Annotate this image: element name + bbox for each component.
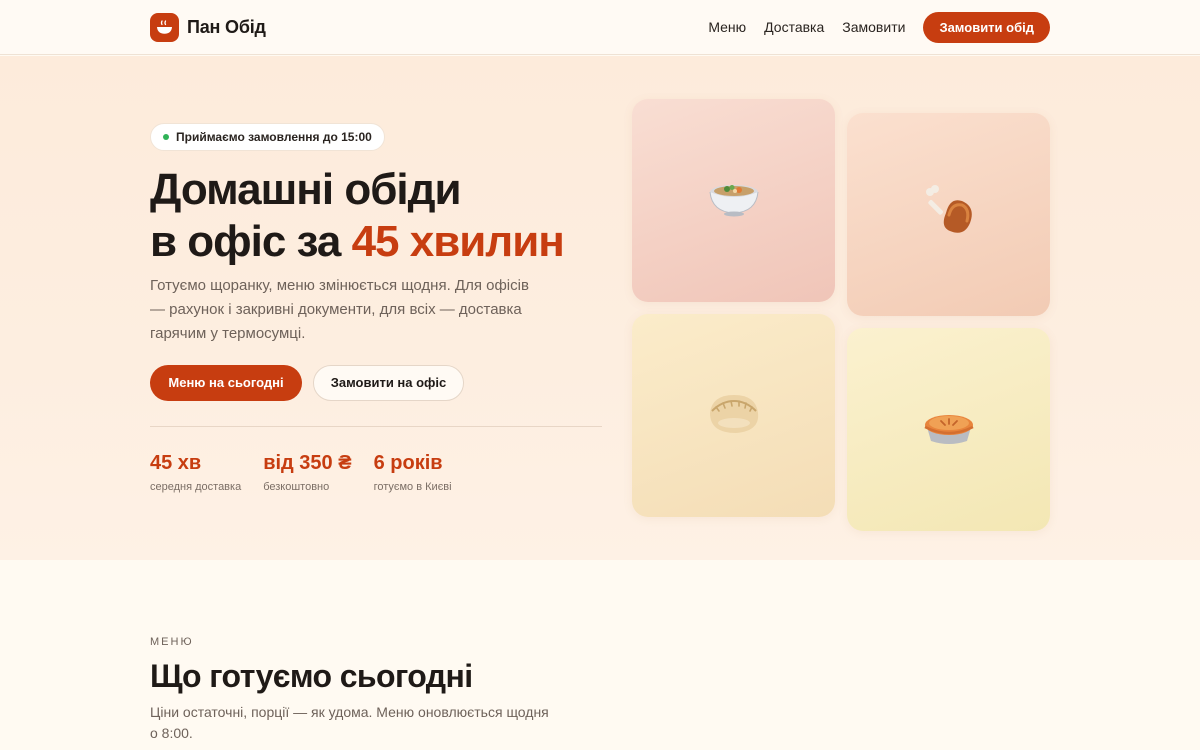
food-tile-soup bbox=[632, 99, 835, 302]
stat-item: від 350 ₴ безкоштовно bbox=[263, 450, 351, 493]
stat-label: безкоштовно bbox=[263, 481, 330, 493]
logo[interactable]: Пан Обід bbox=[150, 13, 266, 42]
food-tile-dumpling bbox=[632, 314, 835, 517]
section-eyebrow: МЕНЮ bbox=[150, 636, 194, 648]
nav-link-menu[interactable]: Меню bbox=[708, 12, 746, 43]
site-header: Пан Обід Меню Доставка Замовити Замовити… bbox=[0, 0, 1200, 55]
dumpling-icon bbox=[706, 389, 762, 442]
soup-bowl-icon bbox=[707, 178, 761, 223]
order-lunch-button[interactable]: Замовити обід bbox=[923, 12, 1050, 43]
section-title: Що готуємо сьогодні bbox=[150, 658, 473, 694]
hero-title-line2-prefix: в офіс за bbox=[150, 217, 352, 266]
brand-name: Пан Обід bbox=[187, 17, 266, 37]
status-dot-icon bbox=[163, 134, 169, 140]
hero-section: Приймаємо замовлення до 15:00 Домашні об… bbox=[0, 56, 1200, 560]
soup-bowl-icon bbox=[150, 13, 179, 42]
pie-icon bbox=[921, 407, 977, 452]
main-nav: Меню Доставка Замовити Замовити обід bbox=[708, 12, 1050, 43]
hero-title: Домашні обіди в офіс за 45 хвилин bbox=[150, 164, 620, 268]
stat-item: 6 років готуємо в Києві bbox=[374, 450, 452, 493]
food-tile-pie bbox=[847, 328, 1050, 531]
status-badge: Приймаємо замовлення до 15:00 bbox=[150, 123, 385, 151]
hero-title-accent: 45 хвилин bbox=[351, 217, 565, 266]
hero-title-line1: Домашні обіди bbox=[150, 165, 462, 214]
status-badge-text: Приймаємо замовлення до 15:00 bbox=[176, 130, 372, 144]
food-tile-chicken bbox=[847, 113, 1050, 316]
hero-subtitle: Готуємо щоранку, меню змінюється щодня. … bbox=[150, 277, 529, 342]
divider bbox=[150, 426, 602, 427]
stat-label: готуємо в Києві bbox=[373, 481, 452, 493]
chicken-leg-icon bbox=[924, 185, 974, 244]
stat-value: від 350 ₴ bbox=[263, 452, 352, 474]
stat-item: 45 хв середня доставка bbox=[150, 450, 241, 493]
section-subtitle: Ціни остаточні, порції — як удома. Меню … bbox=[150, 704, 549, 741]
stat-label: середня доставка bbox=[150, 481, 242, 493]
todays-menu-button[interactable]: Меню на сьогодні bbox=[150, 365, 302, 401]
nav-link-delivery[interactable]: Доставка bbox=[764, 12, 824, 43]
stat-value: 45 хв bbox=[150, 452, 202, 474]
menu-section: МЕНЮ Що готуємо сьогодні Ціни остаточні,… bbox=[0, 560, 1200, 750]
nav-link-order[interactable]: Замовити bbox=[842, 12, 905, 43]
stat-value: 6 років bbox=[373, 452, 443, 474]
stats-row: 45 хв середня доставка від 350 ₴ безкошт… bbox=[150, 450, 474, 493]
office-order-button[interactable]: Замовити на офіс bbox=[313, 365, 464, 401]
